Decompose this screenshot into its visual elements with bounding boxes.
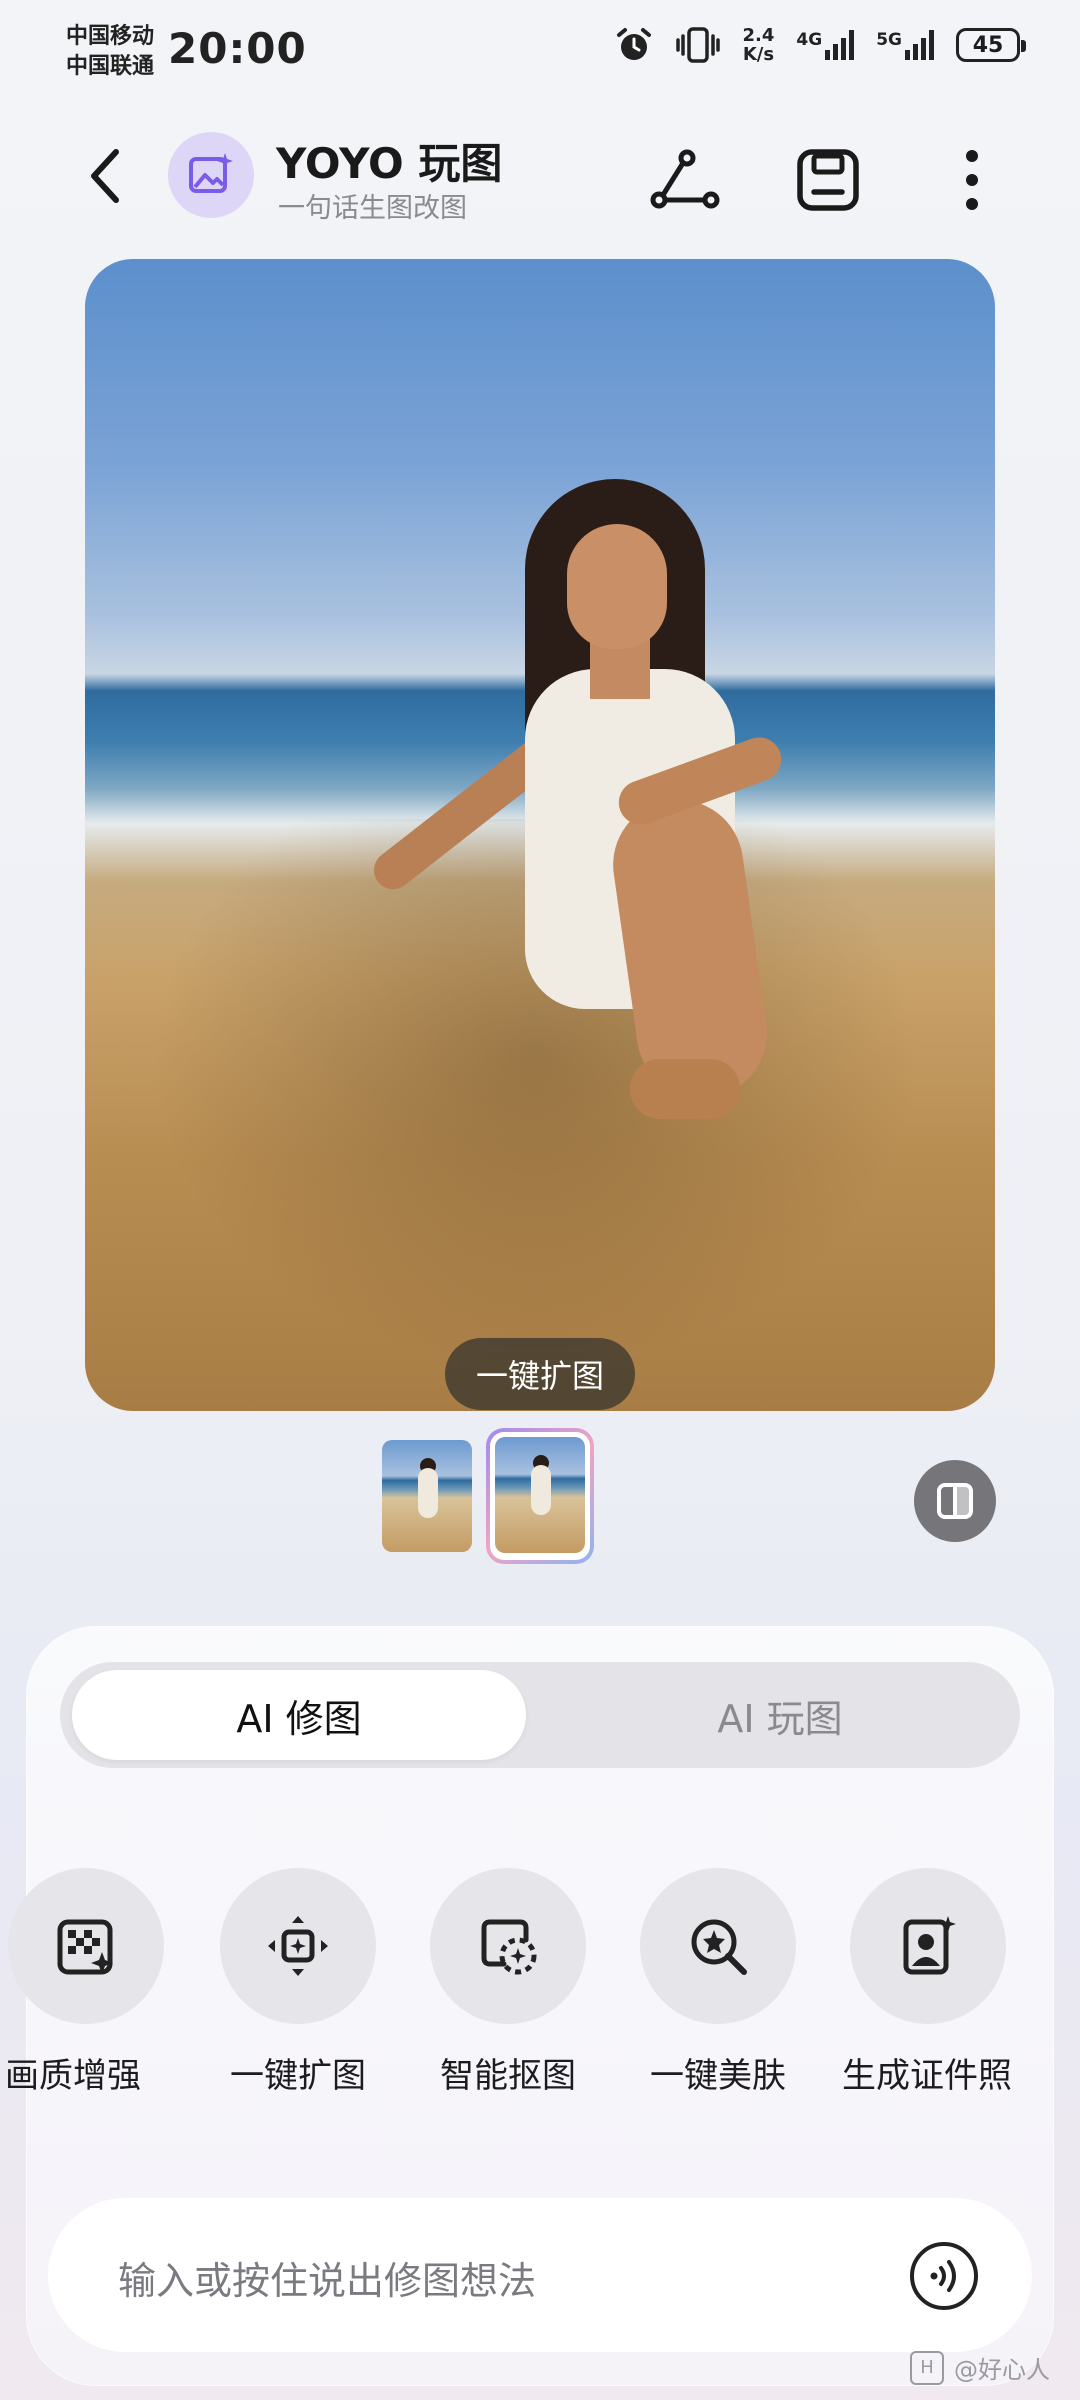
photo-figure-foot — [630, 1059, 740, 1119]
compare-button[interactable] — [914, 1460, 996, 1542]
save-button[interactable] — [788, 140, 868, 220]
signal-4g: 4G — [796, 30, 855, 60]
tool-label: 画质增强 — [5, 2056, 141, 2096]
app-header: YOYO 玩图 一句话生图改图 — [0, 120, 1080, 230]
thumbnail-selected-frame — [490, 1432, 590, 1560]
watermark: H @好心人 — [910, 2350, 1050, 2385]
tool-smart-cutout[interactable]: 智能抠图 — [428, 1868, 588, 2097]
watermark-text: @好心人 — [954, 2356, 1050, 2384]
more-vertical-icon — [966, 150, 978, 210]
tool-icon-circle — [220, 1868, 376, 2024]
tool-icon-circle — [430, 1868, 586, 2024]
net-type-2: 5G — [876, 30, 902, 50]
status-icons: 2.4 K/s 4G 5G 45 — [615, 26, 1026, 64]
signal-bars-icon — [905, 30, 934, 60]
app-title: YOYO 玩图 — [276, 139, 503, 188]
voice-wave-icon — [930, 2260, 956, 2292]
save-icon — [797, 149, 859, 211]
alarm-icon — [616, 28, 651, 60]
tool-expand-image[interactable]: 一键扩图 — [218, 1868, 378, 2097]
image-sparkle-icon — [189, 153, 233, 193]
battery-level: 45 — [972, 32, 1004, 58]
compare-icon — [937, 1483, 973, 1519]
status-time: 20:00 — [168, 24, 307, 73]
share-button[interactable] — [645, 140, 725, 220]
tool-label: 智能抠图 — [440, 2056, 576, 2096]
battery-icon: 45 — [956, 28, 1026, 62]
status-bar: 中国移动 中国联通 20:00 2.4 K/s 4G 5G 45 — [0, 0, 1080, 110]
photo-overlay-label: 一键扩图 — [445, 1338, 635, 1410]
thumbnail-original[interactable] — [382, 1440, 472, 1552]
id-photo-icon — [903, 1916, 956, 1975]
tool-icon-circle — [640, 1868, 796, 2024]
signal-bars-icon — [825, 30, 855, 60]
tool-icon-circle — [8, 1868, 164, 2024]
carrier-info: 中国移动 中国联通 — [66, 22, 154, 82]
voice-input-button[interactable] — [910, 2242, 978, 2310]
carrier-1: 中国移动 — [66, 24, 155, 49]
vibrate-icon — [675, 27, 720, 63]
tab-ai-play[interactable]: AI 玩图 — [550, 1670, 1010, 1760]
smart-cutout-icon — [481, 1919, 537, 1975]
tool-label: 一键扩图 — [230, 2056, 366, 2096]
thumbnail-selected[interactable] — [486, 1428, 594, 1564]
net-type-1: 4G — [796, 30, 823, 50]
expand-image-icon — [268, 1916, 328, 1976]
back-button[interactable] — [80, 144, 136, 208]
tab-ai-retouch[interactable]: AI 修图 — [72, 1670, 526, 1760]
tool-icon-circle — [850, 1868, 1006, 2024]
watermark-logo-icon: H — [910, 2350, 944, 2385]
app-subtitle: 一句话生图改图 — [278, 193, 467, 224]
tool-quality-enhance[interactable]: 画质增强 — [5, 1868, 168, 2097]
tool-label: 一键美肤 — [650, 2056, 786, 2096]
tool-beautify-skin[interactable]: 一键美肤 — [638, 1868, 798, 2097]
more-button[interactable] — [932, 140, 1012, 220]
tool-id-photo[interactable]: 生成证件照 — [842, 1868, 1012, 2097]
carrier-2: 中国联通 — [66, 54, 155, 79]
quality-enhance-icon — [57, 1919, 113, 1975]
photo-figure-face — [567, 524, 667, 649]
prompt-placeholder: 输入或按住说出修图想法 — [118, 2259, 537, 2303]
signal-5g: 5G — [876, 30, 934, 60]
prompt-input[interactable]: 输入或按住说出修图想法 — [48, 2198, 1032, 2352]
tool-label: 生成证件照 — [842, 2056, 1012, 2096]
speed-unit: K/s — [742, 44, 775, 65]
mode-tabs: AI 修图 AI 玩图 — [60, 1662, 1020, 1768]
chevron-left-icon — [91, 149, 119, 203]
thumb-figure — [531, 1465, 551, 1515]
network-speed: 2.4 K/s — [743, 26, 775, 64]
edited-photo[interactable] — [85, 259, 995, 1411]
app-logo — [168, 132, 254, 218]
beautify-skin-icon — [691, 1919, 747, 1975]
share-icon — [650, 149, 720, 209]
thumb-figure — [418, 1468, 438, 1518]
speed-value: 2.4 — [742, 25, 775, 46]
thumbnail-edited — [495, 1437, 585, 1553]
